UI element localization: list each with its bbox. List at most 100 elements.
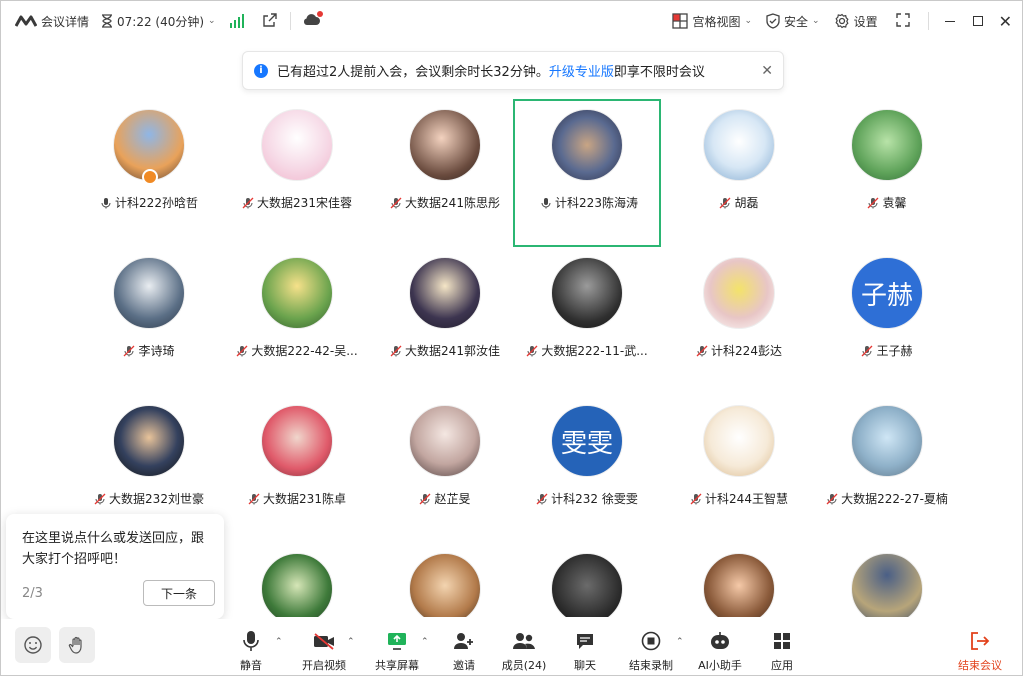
microphone-icon (243, 631, 259, 651)
participant-tile[interactable]: 计科223陈海涛 (513, 99, 661, 247)
participant-tile[interactable]: 袁馨 (813, 99, 961, 247)
gear-icon (835, 13, 849, 29)
mic-muted-icon (94, 493, 106, 505)
participant-name-text: 袁馨 (882, 196, 907, 210)
participant-name-text: 大数据222-27-夏楠 (841, 492, 948, 506)
members-button[interactable]: 成员(24) (501, 629, 547, 673)
popout-icon[interactable] (262, 12, 278, 31)
start-video-button[interactable]: 开启视频 (301, 629, 347, 673)
video-label: 开启视频 (302, 659, 346, 672)
security-button[interactable]: 安全 ⌄ (766, 13, 820, 30)
avatar (851, 405, 923, 477)
meeting-info-button[interactable]: 会议详情 (15, 13, 89, 30)
avatar (551, 553, 623, 617)
avatar (703, 109, 775, 181)
minimize-icon[interactable] (944, 20, 955, 22)
mic-muted-icon (419, 493, 431, 505)
end-meeting-button[interactable]: 结束会议 (957, 629, 1003, 673)
participant-tile[interactable]: 计科222孙晗哲 (75, 99, 223, 247)
participant-name-text: 李诗琦 (138, 344, 175, 358)
participant-tile[interactable]: 雯雯 计科232 徐雯雯 (513, 395, 661, 543)
settings-button[interactable]: 设置 (834, 13, 878, 30)
avatar (261, 405, 333, 477)
share-screen-button[interactable]: 共享屏幕 (374, 629, 420, 673)
share-label: 共享屏幕 (375, 659, 419, 672)
mute-options-caret-icon[interactable]: ⌃ (275, 637, 283, 647)
participant-name-text: 计科244王智慧 (705, 492, 788, 506)
hand-icon (68, 636, 82, 654)
grid-view-button[interactable]: 宫格视图 ⌄ (672, 13, 752, 30)
participant-tile[interactable]: 大数据241郭汝佳 (371, 247, 519, 395)
participant-tile[interactable]: 子赫 王子赫 (813, 247, 961, 395)
cloud-record-icon[interactable] (303, 10, 323, 30)
avatar (409, 109, 481, 181)
participant-name: 大数据241陈思彤 (371, 194, 519, 211)
participant-tile[interactable] (665, 543, 813, 617)
maximize-icon[interactable] (972, 16, 983, 26)
avatar (703, 553, 775, 617)
participant-tile[interactable]: 赵芷旻 (371, 395, 519, 543)
participant-tile[interactable]: 大数据222-27-夏楠 (813, 395, 961, 543)
avatar-initials: 子赫 (860, 280, 913, 311)
participant-tile[interactable]: 胡磊 (665, 99, 813, 247)
close-icon[interactable]: ✕ (999, 12, 1012, 31)
next-tip-button[interactable]: 下一条 (143, 580, 215, 606)
apps-label: 应用 (771, 659, 793, 672)
divider (927, 12, 929, 30)
banner-text: 已有超过2人提前入会，会议剩余时长32分钟。 (277, 65, 549, 80)
participant-name-text: 计科222孙晗哲 (115, 196, 198, 210)
mic-muted-icon (696, 345, 708, 357)
ai-robot-icon (711, 632, 729, 649)
participant-tile[interactable]: 计科224彭达 (665, 247, 813, 395)
participant-name-text: 大数据232刘世豪 (109, 492, 204, 506)
end-meeting-label: 结束会议 (958, 659, 1002, 672)
apps-button[interactable]: 应用 (769, 629, 795, 673)
participant-name-text: 大数据241陈思彤 (405, 196, 500, 210)
participant-name: 大数据222-27-夏楠 (813, 490, 961, 507)
video-options-caret-icon[interactable]: ⌃ (347, 637, 355, 647)
raise-hand-button[interactable] (59, 627, 95, 663)
participant-tile[interactable]: 李诗琦 (75, 247, 223, 395)
avatar (703, 405, 775, 477)
participant-tile[interactable] (813, 543, 961, 617)
mic-muted-icon (719, 197, 731, 209)
fullscreen-icon[interactable] (895, 12, 910, 30)
settings-label: 设置 (853, 14, 878, 29)
participant-tile[interactable] (371, 543, 519, 617)
avatar (703, 257, 775, 329)
upgrade-link[interactable]: 升级专业版 (549, 61, 614, 80)
reaction-button[interactable] (15, 627, 51, 663)
participant-tile[interactable]: 大数据241陈思彤 (371, 99, 519, 247)
mic-muted-icon (242, 197, 254, 209)
participant-name: 计科224彭达 (665, 342, 813, 359)
signal-strength-icon[interactable] (229, 14, 244, 28)
timer-label: 07:22 (40分钟) (117, 14, 205, 29)
avatar (261, 257, 333, 329)
mute-button[interactable]: 静音 (237, 629, 265, 673)
meeting-timer[interactable]: 07:22 (40分钟) ⌄ (101, 13, 216, 30)
participant-tile[interactable] (513, 543, 661, 617)
grid-view-icon (672, 13, 689, 29)
stop-recording-button[interactable]: 结束录制 (628, 629, 674, 673)
participant-name-text: 大数据241郭汝佳 (405, 344, 500, 358)
participant-tile[interactable]: 大数据231宋佳蓉 (223, 99, 371, 247)
members-label: 成员(24) (501, 659, 547, 672)
avatar-initials: 雯雯 (560, 428, 613, 459)
security-label: 安全 (784, 14, 809, 29)
participant-tile[interactable]: 大数据222-11-武... (513, 247, 661, 395)
participant-tile[interactable]: 大数据231陈卓 (223, 395, 371, 543)
participant-tile[interactable] (223, 543, 371, 617)
participant-tile[interactable]: 大数据222-42-吴... (223, 247, 371, 395)
invite-button[interactable]: 邀请 (451, 629, 477, 673)
chat-button[interactable]: 聊天 (572, 629, 598, 673)
recording-options-caret-icon[interactable]: ⌃ (676, 637, 684, 647)
participant-name-text: 计科224彭达 (711, 344, 782, 358)
participant-name: 计科223陈海涛 (515, 194, 663, 211)
share-options-caret-icon[interactable]: ⌃ (421, 637, 429, 647)
participant-name: 大数据241郭汝佳 (371, 342, 519, 359)
participant-name: 大数据222-42-吴... (223, 342, 371, 359)
avatar (113, 257, 185, 329)
ai-assistant-button[interactable]: AI小助手 (697, 629, 743, 673)
banner-close-icon[interactable]: ✕ (761, 63, 773, 79)
participant-tile[interactable]: 计科244王智慧 (665, 395, 813, 543)
